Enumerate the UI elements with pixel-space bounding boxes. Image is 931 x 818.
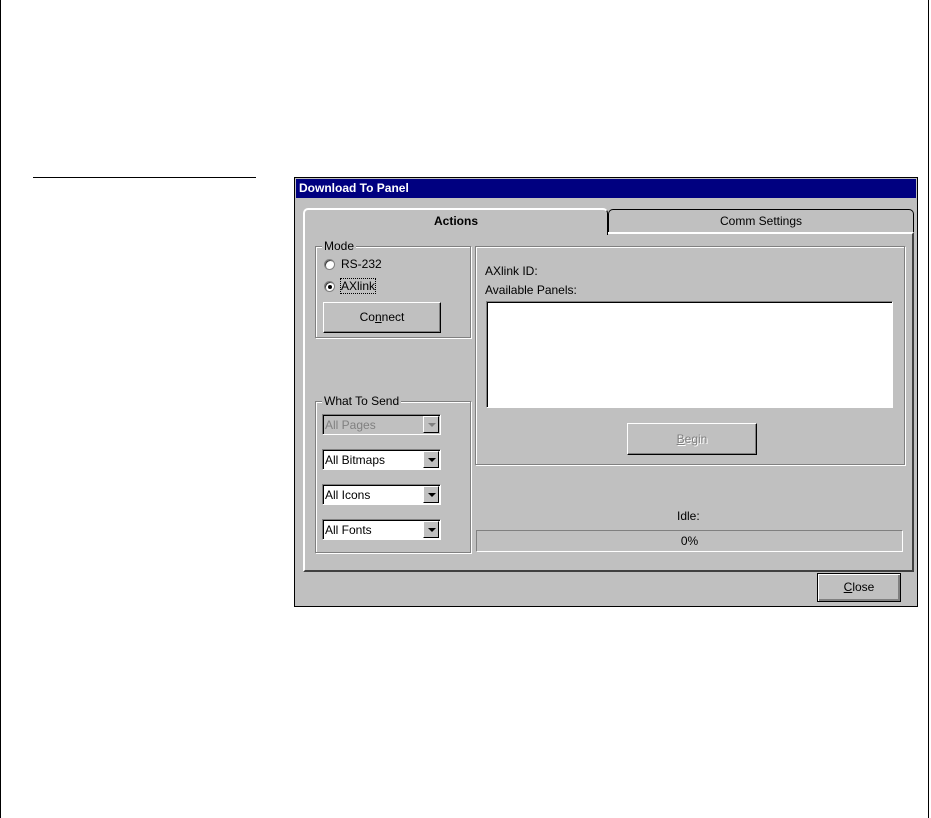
radio-rs232-circle-icon[interactable] <box>324 258 335 270</box>
actions-tab-panel: Mode RS-232 AXlink Connect What To Send … <box>303 232 914 572</box>
chevron-down-icon <box>423 416 439 433</box>
begin-label-accel: B <box>676 432 685 446</box>
begin-label-post: egin <box>684 432 708 446</box>
page-horizontal-rule <box>33 177 256 178</box>
radio-rs232-label: RS-232 <box>341 257 382 271</box>
close-button[interactable]: Close <box>817 573 901 602</box>
chevron-down-icon[interactable] <box>423 486 439 503</box>
what-to-send-group-label: What To Send <box>322 394 402 408</box>
tab-actions[interactable]: Actions <box>303 208 608 235</box>
connect-label-pre: Co <box>359 310 375 324</box>
begin-button: Begin <box>627 423 757 455</box>
radio-axlink[interactable]: AXlink <box>324 278 377 294</box>
progress-label: 0% <box>680 534 699 548</box>
radio-axlink-label: AXlink <box>339 278 377 294</box>
fonts-select-value: All Fonts <box>325 523 372 537</box>
close-label-post: lose <box>852 580 875 594</box>
bitmaps-select-value: All Bitmaps <box>325 453 386 467</box>
mode-group-label: Mode <box>322 239 357 253</box>
chevron-down-icon[interactable] <box>423 451 439 468</box>
download-to-panel-dialog: Download To Panel Actions Comm Settings … <box>294 177 918 607</box>
tab-comm-settings[interactable]: Comm Settings <box>608 209 914 233</box>
chevron-down-icon[interactable] <box>423 521 439 538</box>
page-right-rule <box>928 0 929 818</box>
pages-select: All Pages <box>322 414 441 435</box>
fonts-select[interactable]: All Fonts <box>322 519 441 540</box>
connect-button[interactable]: Connect <box>323 302 441 333</box>
radio-rs232[interactable]: RS-232 <box>324 256 382 272</box>
available-panels-label: Available Panels: <box>485 283 577 297</box>
download-progress-bar: 0% <box>476 530 903 552</box>
what-to-send-groupbox: What To Send All Pages All Bitmaps All I… <box>315 394 471 553</box>
available-panels-list[interactable] <box>486 301 893 408</box>
tab-actions-label: Actions <box>433 214 478 228</box>
radio-axlink-selected-icon[interactable] <box>324 280 335 292</box>
icons-select-value: All Icons <box>325 488 371 502</box>
panels-groupbox: AXlink ID: Available Panels: Begin <box>475 246 905 465</box>
page-left-rule <box>0 0 1 818</box>
mode-groupbox: Mode RS-232 AXlink Connect <box>315 239 471 338</box>
bitmaps-select[interactable]: All Bitmaps <box>322 449 441 470</box>
tab-comm-settings-label: Comm Settings <box>719 214 803 228</box>
status-text: Idle: <box>677 509 700 523</box>
axlink-id-label: AXlink ID: <box>485 264 538 278</box>
connect-label-accel: n <box>374 310 382 324</box>
dialog-title: Download To Panel <box>296 179 916 198</box>
connect-label-post: nect <box>381 310 405 324</box>
pages-select-value: All Pages <box>325 418 376 432</box>
icons-select[interactable]: All Icons <box>322 484 441 505</box>
